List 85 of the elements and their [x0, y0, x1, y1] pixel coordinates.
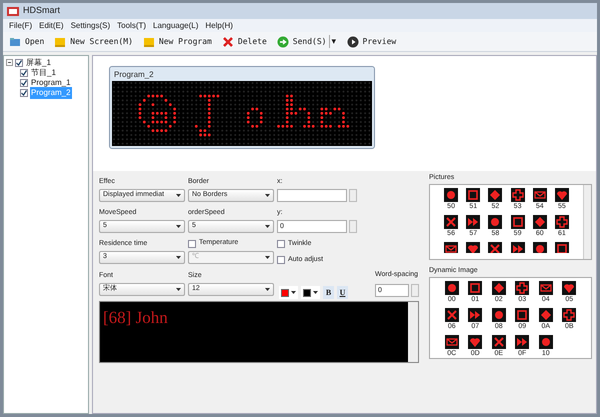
scrollbar[interactable] — [408, 302, 418, 362]
menu-item[interactable]: Language(L) — [153, 20, 198, 32]
symbol-tile-icon[interactable] — [532, 188, 547, 202]
color-picker[interactable] — [301, 286, 320, 299]
app-icon — [7, 6, 19, 16]
symbol-tile-icon[interactable] — [554, 242, 569, 253]
symbol-tile-icon[interactable] — [554, 188, 569, 202]
symbol-tile-icon[interactable] — [554, 215, 569, 229]
symbol-tile-icon[interactable] — [444, 215, 458, 229]
symbol-tile-icon[interactable] — [492, 335, 506, 349]
symbol-tile-icon[interactable] — [444, 242, 458, 253]
symbol-tile-icon[interactable] — [468, 281, 482, 295]
symbol-tile-icon[interactable] — [532, 242, 547, 253]
symbol-tile-icon[interactable] — [488, 215, 502, 229]
caret-icon — [176, 225, 181, 228]
checkbox[interactable] — [20, 68, 28, 76]
toolbar-button[interactable]: Preview — [346, 36, 396, 48]
symbol-tile-icon[interactable] — [532, 215, 547, 229]
caret-icon — [176, 288, 181, 291]
symbol-tile-icon[interactable] — [510, 242, 525, 253]
underline-button[interactable]: U — [337, 286, 348, 299]
play-circle-icon — [346, 36, 358, 48]
folder-icon — [9, 36, 21, 48]
dropdown-button[interactable]: ▾ — [328, 34, 336, 48]
window-title: HDSmart — [23, 4, 60, 18]
symbol-tile-icon[interactable] — [562, 308, 576, 322]
caret-icon — [313, 291, 318, 294]
editor-text: [68] John — [102, 307, 169, 329]
checkbox[interactable] — [20, 78, 28, 86]
symbol-tile-icon[interactable] — [515, 308, 530, 322]
symbol-tile-icon[interactable] — [510, 188, 525, 202]
caret-icon — [265, 256, 270, 259]
symbol-tile-icon[interactable] — [492, 281, 506, 295]
menu-item[interactable]: Tools(T) — [117, 20, 146, 32]
symbol-tile-icon[interactable] — [562, 281, 576, 295]
symbol-tile-icon[interactable] — [466, 188, 480, 202]
symbol-tile-icon[interactable] — [538, 281, 553, 295]
toolbar-button[interactable]: Open — [9, 36, 44, 48]
caret-icon — [176, 256, 181, 259]
symbol-tile-icon[interactable] — [468, 335, 482, 349]
checkbox[interactable] — [277, 240, 285, 248]
checkbox[interactable] — [20, 88, 28, 96]
caret-icon — [264, 288, 270, 291]
tree-item[interactable]: 屏幕_1 — [25, 56, 52, 68]
close-icon — [222, 36, 234, 48]
color-picker[interactable] — [279, 286, 298, 299]
tree-item[interactable]: 节目_1 — [30, 66, 57, 78]
symbol-tile-icon[interactable] — [466, 215, 480, 229]
scrollbar[interactable] — [583, 185, 591, 259]
symbol-tile-icon[interactable] — [466, 242, 480, 253]
bold-button[interactable]: B — [323, 286, 334, 299]
menu-item[interactable]: Settings(S) — [70, 20, 110, 32]
toolbar-button[interactable]: Send(S) — [276, 36, 326, 48]
caret-icon — [176, 194, 181, 197]
expander-icon[interactable] — [6, 59, 13, 66]
symbol-tile-icon[interactable] — [444, 335, 459, 349]
symbol-tile-icon[interactable] — [468, 308, 482, 322]
caret-icon — [265, 225, 270, 228]
symbol-tile-icon[interactable] — [488, 242, 502, 253]
arrow-circle-icon — [276, 36, 289, 48]
toolbar-button[interactable]: New Program — [142, 36, 212, 48]
menu-item[interactable]: Edit(E) — [39, 20, 64, 32]
checkbox[interactable] — [277, 256, 285, 264]
caret-icon — [291, 291, 296, 294]
checkbox[interactable] — [15, 58, 23, 66]
preview-title: Program_2 — [113, 69, 155, 81]
toolbar-button[interactable]: New Screen(M) — [54, 36, 133, 48]
tree-item[interactable]: Program_1 — [30, 76, 72, 88]
symbol-tile-icon[interactable] — [492, 308, 506, 322]
symbol-tile-icon[interactable] — [515, 281, 530, 295]
symbol-tile-icon[interactable] — [444, 308, 459, 322]
menu-item[interactable]: Help(H) — [205, 20, 233, 32]
symbol-tile-icon[interactable] — [538, 308, 553, 322]
symbol-tile-icon[interactable] — [515, 335, 530, 349]
symbol-tile-icon[interactable] — [488, 188, 502, 202]
number-field[interactable] — [277, 189, 347, 202]
symbol-tile-icon[interactable] — [538, 335, 553, 349]
toolbar-button[interactable]: Delete — [222, 36, 267, 48]
menu-item[interactable]: File(F) — [9, 20, 32, 32]
symbol-tile-icon[interactable] — [444, 188, 458, 202]
symbol-tile-icon[interactable] — [444, 281, 459, 295]
folder-icon — [142, 36, 155, 48]
symbol-tile-icon[interactable] — [510, 215, 525, 229]
caret-icon — [265, 194, 270, 197]
folder-icon — [54, 36, 66, 48]
